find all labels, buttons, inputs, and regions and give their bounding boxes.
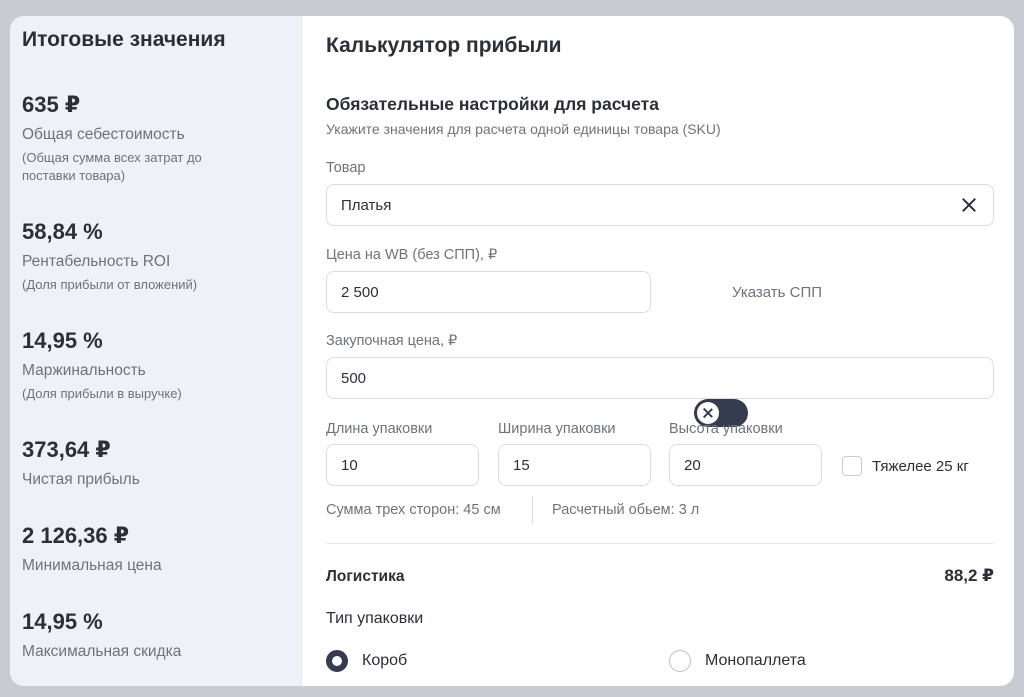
heavy-checkbox[interactable] <box>842 456 862 476</box>
metric-subtitle: (Доля прибыли в выручке) <box>22 386 182 401</box>
purchase-input[interactable]: 500 <box>326 357 994 399</box>
calculator-panel: Калькулятор прибыли Обязательные настрой… <box>302 16 1014 686</box>
pack-option-monopallet[interactable]: Монопаллета <box>669 650 806 672</box>
metric-max-discount: 14,95 % Максимальная скидка <box>22 609 289 661</box>
radio-icon[interactable] <box>669 650 691 672</box>
price-label: Цена на WB (без СПП), ₽ <box>326 247 498 263</box>
length-value: 10 <box>341 456 358 474</box>
metric-min-price: 2 126,36 ₽ Минимальная цена <box>22 523 289 575</box>
metric-value: 14,95 % <box>22 609 103 634</box>
height-input[interactable]: 20 <box>669 444 822 486</box>
sum-sides-text: Сумма трех сторон: 45 см <box>326 502 501 518</box>
purchase-value: 500 <box>341 369 367 387</box>
width-value: 15 <box>513 456 530 474</box>
summary-title: Итоговые значения <box>22 28 226 51</box>
metric-value: 2 126,36 ₽ <box>22 523 130 548</box>
purchase-label: Закупочная цена, ₽ <box>326 333 458 349</box>
divider <box>326 543 994 544</box>
heavy-label: Тяжелее 25 кг <box>872 458 969 475</box>
section-title: Обязательные настройки для расчета <box>326 94 659 114</box>
metric-value: 58,84 % <box>22 219 103 244</box>
calculator-window: Итоговые значения 635 ₽ Общая себестоимо… <box>10 16 1014 686</box>
volume-text: Расчетный обьем: 3 л <box>552 502 700 518</box>
radio-selected-icon[interactable] <box>326 650 348 672</box>
metric-net-profit: 373,64 ₽ Чистая прибыль <box>22 437 289 489</box>
product-select[interactable]: Платья <box>326 184 994 226</box>
metric-label: Рентабельность ROI <box>22 253 171 270</box>
metric-value: 635 ₽ <box>22 92 81 117</box>
width-input[interactable]: 15 <box>498 444 651 486</box>
metric-label: Минимальная цена <box>22 557 162 574</box>
pack-option-box[interactable]: Короб <box>326 650 407 672</box>
length-label: Длина упаковки <box>326 421 433 437</box>
product-label: Товар <box>326 160 366 176</box>
section-subtitle: Укажите значения для расчета одной едини… <box>326 121 721 137</box>
pack-type-label: Тип упаковки <box>326 610 424 627</box>
metric-margin: 14,95 % Маржинальность (Доля прибыли в в… <box>22 328 289 403</box>
close-icon[interactable] <box>961 197 977 213</box>
divider <box>532 496 533 524</box>
logistics-label: Логистика <box>326 568 405 585</box>
height-value: 20 <box>684 456 701 474</box>
page-title: Калькулятор прибыли <box>326 34 562 57</box>
height-label: Высота упаковки <box>669 421 783 437</box>
price-input[interactable]: 2 500 <box>326 271 651 313</box>
metric-value: 14,95 % <box>22 328 103 353</box>
width-label: Ширина упаковки <box>498 421 616 437</box>
pack-option-label: Монопаллета <box>705 652 806 669</box>
metric-roi: 58,84 % Рентабельность ROI (Доля прибыли… <box>22 219 289 294</box>
metric-value: 373,64 ₽ <box>22 437 111 462</box>
metric-label: Максимальная скидка <box>22 643 182 660</box>
metric-total-cost: 635 ₽ Общая себестоимость (Общая сумма в… <box>22 92 289 185</box>
logistics-value: 88,2 ₽ <box>944 566 994 585</box>
product-value: Платья <box>341 196 392 214</box>
metric-subtitle: (Доля прибыли от вложений) <box>22 277 198 292</box>
metric-label: Чистая прибыль <box>22 471 140 488</box>
price-value: 2 500 <box>341 283 379 301</box>
spp-toggle-label: Указать СПП <box>732 284 823 301</box>
summary-panel: Итоговые значения 635 ₽ Общая себестоимо… <box>10 16 302 686</box>
length-input[interactable]: 10 <box>326 444 479 486</box>
metric-label: Маржинальность <box>22 362 146 379</box>
metric-label: Общая себестоимость <box>22 126 185 143</box>
metric-subtitle: (Общая сумма всех затрат до поставки тов… <box>22 150 202 183</box>
pack-option-label: Короб <box>362 652 408 669</box>
